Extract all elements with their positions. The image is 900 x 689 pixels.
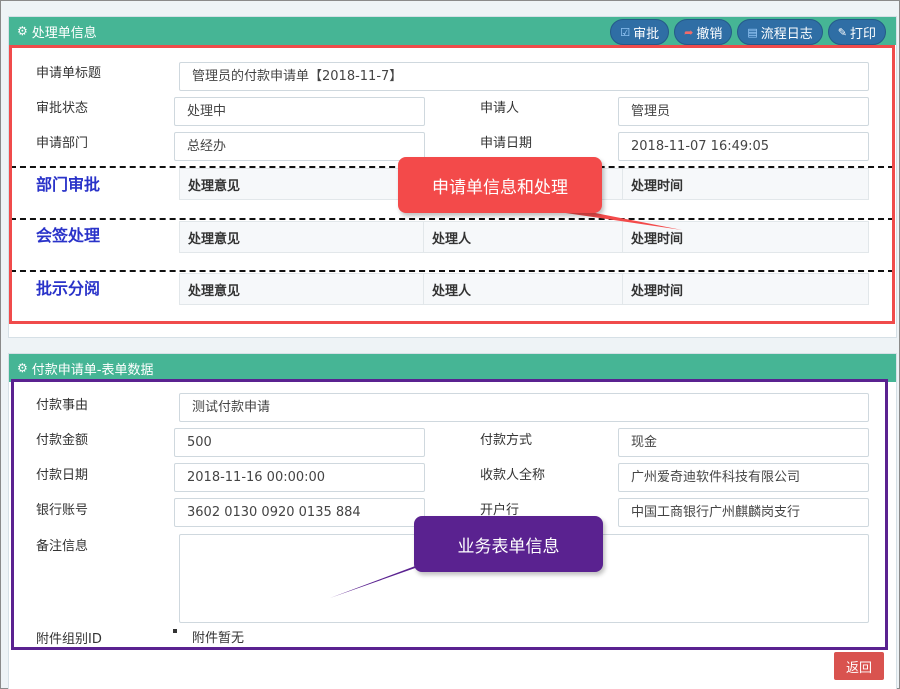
process-info-title: 处理单信息 bbox=[31, 25, 97, 41]
red-callout: 申请单信息和处理 bbox=[398, 157, 602, 213]
approve-button[interactable]: ☑ 审批 bbox=[610, 19, 670, 45]
process-toolbar: ☑ 审批 ➦ 撤销 ▤ 流程日志 ✎ 打印 bbox=[610, 19, 886, 45]
back-button[interactable]: 返回 bbox=[834, 652, 884, 680]
print-label: 打印 bbox=[849, 26, 876, 42]
flow-log-button[interactable]: ▤ 流程日志 bbox=[737, 19, 823, 45]
purple-callout: 业务表单信息 bbox=[414, 516, 603, 572]
gears-icon: ⚙ bbox=[17, 361, 28, 375]
form-data-title: 付款申请单-表单数据 bbox=[31, 362, 154, 378]
print-button[interactable]: ✎ 打印 bbox=[827, 19, 886, 45]
revoke-label: 撤销 bbox=[696, 26, 723, 42]
purple-highlight-box bbox=[11, 379, 888, 650]
revoke-button[interactable]: ➦ 撤销 bbox=[674, 19, 733, 45]
list-icon: ▤ bbox=[747, 25, 758, 39]
flow-log-label: 流程日志 bbox=[760, 26, 813, 42]
gears-icon: ⚙ bbox=[17, 24, 28, 38]
undo-arrow-icon: ➦ bbox=[684, 25, 694, 39]
edit-icon: ✎ bbox=[837, 25, 847, 39]
form-data-header: ⚙ 付款申请单-表单数据 bbox=[9, 354, 896, 382]
approve-label: 审批 bbox=[633, 26, 660, 42]
check-square-icon: ☑ bbox=[620, 25, 631, 39]
